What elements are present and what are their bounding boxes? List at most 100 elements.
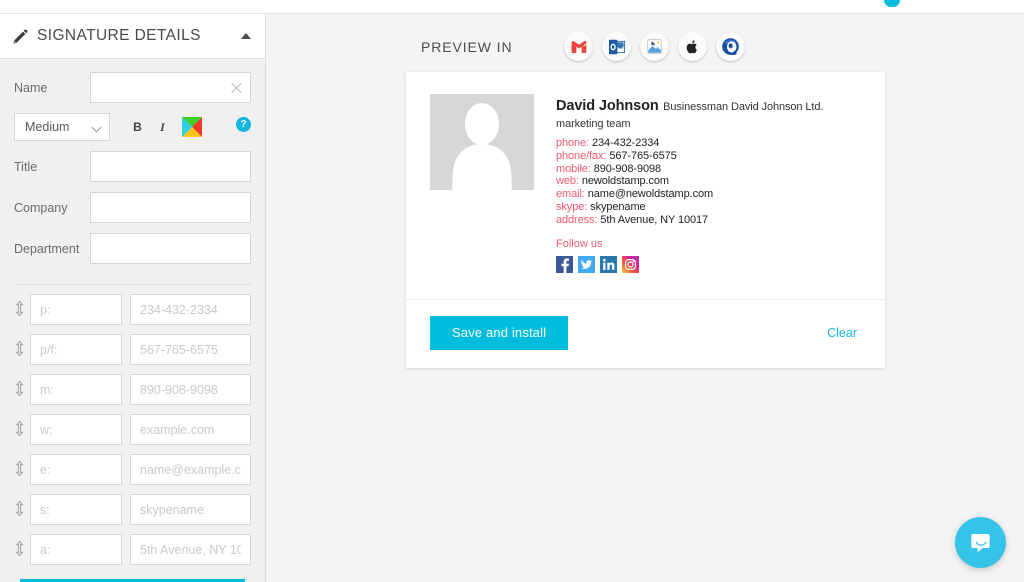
drag-vertical-icon[interactable] <box>8 380 30 398</box>
instagram-icon[interactable] <box>622 255 639 273</box>
contact-value-input[interactable] <box>130 294 251 325</box>
drag-vertical-icon[interactable] <box>8 300 30 318</box>
contact-value-input[interactable] <box>130 414 251 445</box>
field-label: Title <box>14 159 38 174</box>
contact-key-input[interactable] <box>30 294 122 325</box>
preview-client-thunderbird[interactable] <box>716 32 746 61</box>
name-input-wrap <box>90 72 251 103</box>
preview-client-apple[interactable] <box>678 32 708 61</box>
signature-line-key: mobile: <box>556 162 591 175</box>
preview-panel: PREVIEW IN David Johnson Businessman Dav… <box>267 14 1024 582</box>
signature-preview-card: David Johnson Businessman David Johnson … <box>406 72 885 368</box>
contact-field-row <box>0 525 265 565</box>
drag-vertical-icon[interactable] <box>8 460 30 478</box>
contact-field-row <box>0 485 265 525</box>
contact-value-input[interactable] <box>130 494 251 525</box>
signature-contact-line: phone/fax: 567-765-6575 <box>556 150 823 163</box>
clear-button[interactable]: Clear <box>823 326 861 340</box>
twitter-icon[interactable] <box>578 255 595 273</box>
name-row: Name <box>0 59 265 103</box>
signature-body: David Johnson Businessman David Johnson … <box>406 72 885 299</box>
app-root: SIGNATURE DETAILS Name Medium B I ? Titl… <box>0 0 1024 582</box>
basic-fields-group: Title Company Department <box>0 141 265 264</box>
signature-contact-line: skype: skypename <box>556 201 823 214</box>
contact-key-input[interactable] <box>30 534 122 565</box>
contact-field-row <box>0 365 265 405</box>
preview-client-outlook[interactable] <box>602 32 632 61</box>
drag-vertical-icon[interactable] <box>8 420 30 438</box>
clear-name-close-icon[interactable] <box>230 81 243 94</box>
gmail-icon <box>571 40 587 53</box>
preview-client-apple-mail[interactable] <box>640 32 670 61</box>
signature-job-title: Businessman David Johnson Ltd. <box>663 101 824 113</box>
signature-line-key: phone: <box>556 137 590 149</box>
contact-key-input[interactable] <box>30 374 122 405</box>
field-input[interactable] <box>90 151 251 182</box>
collapse-caret-up-icon[interactable] <box>241 33 251 39</box>
pen-icon <box>13 29 28 44</box>
field-label: Department <box>14 241 80 256</box>
social-icon-list <box>556 255 823 273</box>
field-input[interactable] <box>90 233 251 264</box>
signature-details-sidebar: SIGNATURE DETAILS Name Medium B I ? Titl… <box>0 14 266 582</box>
signature-contact-lines: phone: 234-432-2334 phone/fax: 567-765-65… <box>556 137 823 227</box>
page-title: SIGNATURE DETAILS <box>37 27 201 44</box>
contact-field-row <box>0 285 265 325</box>
contact-key-input[interactable] <box>30 414 122 445</box>
signature-line-key: skype: <box>556 200 588 213</box>
contact-value-input[interactable] <box>130 534 251 565</box>
contact-field-row <box>0 445 265 485</box>
help-icon[interactable]: ? <box>236 117 251 132</box>
sidebar-body: Name Medium B I ? Title Company Departme… <box>0 59 265 582</box>
text-format-toolbar: Medium B I ? <box>0 103 265 141</box>
signature-team: marketing team <box>556 118 631 130</box>
preview-client-gmail[interactable] <box>564 32 594 61</box>
signature-name: David Johnson <box>556 98 659 114</box>
color-wheel-icon[interactable] <box>182 117 202 137</box>
name-input[interactable] <box>90 72 251 103</box>
signature-text: David Johnson Businessman David Johnson … <box>556 94 823 273</box>
signature-line-value: 5th Avenue, NY 10017 <box>600 213 709 226</box>
linkedin-icon[interactable] <box>600 255 617 273</box>
italic-button[interactable]: I <box>157 120 168 135</box>
apple-mail-icon <box>647 39 663 54</box>
contact-value-input[interactable] <box>130 454 251 485</box>
name-label: Name <box>14 80 48 95</box>
follow-us-label: Follow us <box>556 237 603 250</box>
contact-value-input[interactable] <box>130 334 251 365</box>
chat-widget-button[interactable] <box>955 517 1006 568</box>
contact-key-input[interactable] <box>30 494 122 525</box>
add-custom-field-wrap: Add custom field <box>0 565 265 582</box>
signature-name-row: David Johnson Businessman David Johnson … <box>556 97 823 115</box>
contact-field-row <box>0 325 265 365</box>
contact-value-input[interactable] <box>130 374 251 405</box>
signature-line-value: 890-908-9098 <box>593 162 662 175</box>
signature-card-footer: Save and install Clear <box>406 298 885 368</box>
preview-in-label: PREVIEW IN <box>421 38 513 55</box>
contact-field-row <box>0 405 265 445</box>
save-and-install-button[interactable]: Save and install <box>430 315 569 350</box>
field-label: Company <box>14 200 68 215</box>
font-size-select[interactable]: Medium <box>14 113 110 141</box>
person-silhouette-icon <box>452 103 512 190</box>
field-row: Title <box>0 141 265 182</box>
signature-line-value: newoldstamp.com <box>581 175 669 188</box>
facebook-icon[interactable] <box>556 255 573 273</box>
field-input[interactable] <box>90 192 251 223</box>
field-row: Department <box>0 223 265 264</box>
signature-line-value: 234-432-2334 <box>592 137 660 149</box>
bold-button[interactable]: B <box>132 120 143 134</box>
thunderbird-icon <box>722 38 740 55</box>
drag-vertical-icon[interactable] <box>8 500 30 518</box>
contact-key-input[interactable] <box>30 334 122 365</box>
signature-contact-line: web: newoldstamp.com <box>556 175 823 188</box>
drag-vertical-icon[interactable] <box>8 340 30 358</box>
drag-vertical-icon[interactable] <box>8 540 30 558</box>
sidebar-header[interactable]: SIGNATURE DETAILS <box>0 14 265 59</box>
contact-key-input[interactable] <box>30 454 122 485</box>
app-top-bar <box>0 0 1024 14</box>
signature-contact-line: phone: 234-432-2334 <box>556 137 823 150</box>
signature-contact-line: address: 5th Avenue, NY 10017 <box>556 214 823 227</box>
chat-bubble-icon <box>970 533 990 552</box>
contact-fields-group <box>0 285 265 565</box>
